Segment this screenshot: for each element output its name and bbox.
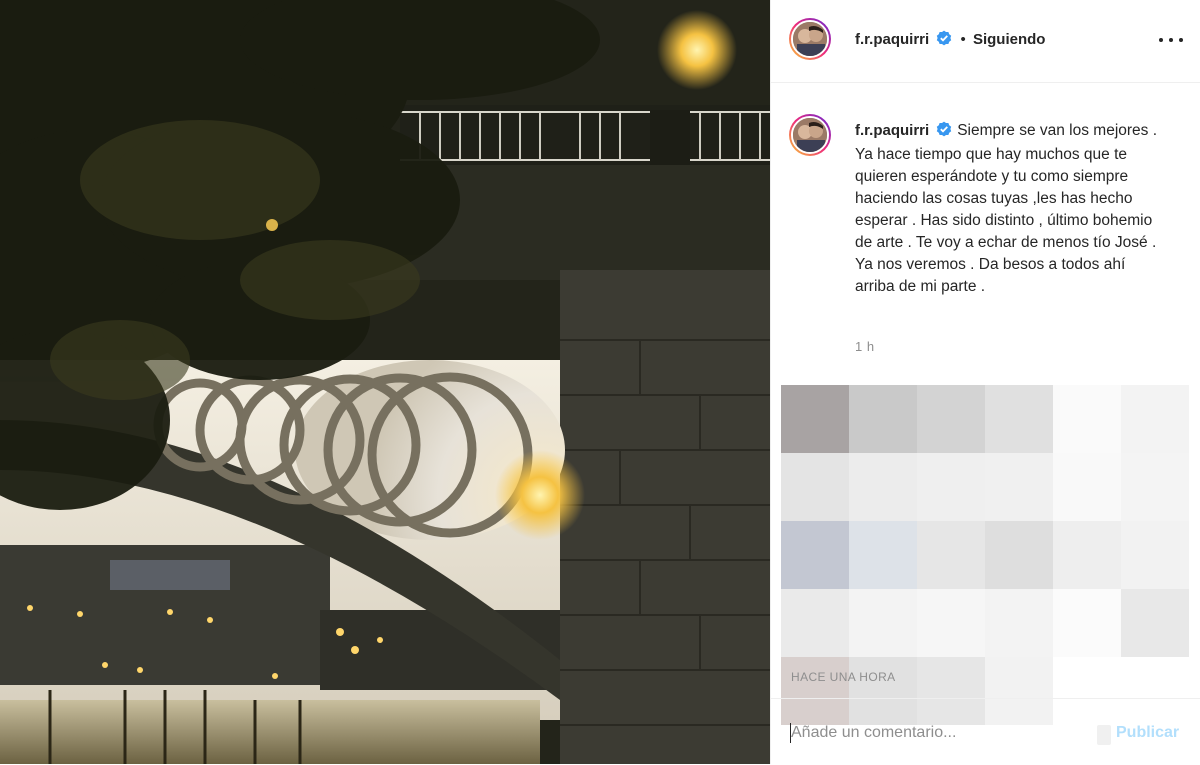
caption-username-link[interactable]: f.r.paquirri bbox=[855, 122, 929, 139]
verified-badge-icon bbox=[936, 30, 952, 50]
post-timestamp[interactable]: HACE UNA HORA bbox=[791, 670, 896, 684]
separator-dot: • bbox=[960, 31, 966, 48]
caption-text-block: f.r.paquirri Siempre se van los mejores .… bbox=[855, 120, 1165, 298]
username-link[interactable]: f.r.paquirri bbox=[855, 31, 929, 48]
avatar-image bbox=[793, 22, 827, 56]
more-options-icon[interactable] bbox=[1159, 30, 1183, 50]
pixel-cell bbox=[985, 385, 1053, 453]
pixel-cell bbox=[781, 521, 849, 589]
caption-timestamp[interactable]: 1 h bbox=[855, 339, 875, 354]
pixel-cell bbox=[781, 589, 849, 657]
comment-input[interactable] bbox=[791, 721, 1091, 745]
publish-button[interactable]: Publicar bbox=[1116, 724, 1179, 742]
pixel-cell bbox=[1121, 385, 1189, 453]
avatar-image bbox=[793, 118, 827, 152]
pixel-cell bbox=[917, 453, 985, 521]
avatar[interactable] bbox=[789, 18, 831, 60]
pixel-cell bbox=[1053, 385, 1121, 453]
comment-bar: Publicar bbox=[771, 698, 1200, 765]
bridge-sunset-image bbox=[0, 0, 770, 764]
pixel-cell bbox=[1121, 453, 1189, 521]
pixel-cell bbox=[849, 453, 917, 521]
pixel-cell bbox=[849, 589, 917, 657]
following-button[interactable]: Siguiendo bbox=[973, 31, 1046, 48]
header-line: f.r.paquirri • Siguiendo bbox=[855, 30, 1045, 50]
resize-handle-icon bbox=[1097, 725, 1111, 745]
pixel-cell bbox=[1053, 589, 1121, 657]
pixelated-comments bbox=[781, 385, 1200, 725]
pixel-cell bbox=[1053, 521, 1121, 589]
pixel-cell bbox=[1121, 589, 1189, 657]
post-side-panel: f.r.paquirri • Siguiendo f.r.paquirri Si… bbox=[770, 0, 1200, 764]
pixel-cell bbox=[1053, 453, 1121, 521]
pixel-cell bbox=[917, 589, 985, 657]
pixel-cell bbox=[985, 453, 1053, 521]
pixel-cell bbox=[917, 521, 985, 589]
pixel-cell bbox=[917, 385, 985, 453]
pixel-cell bbox=[849, 521, 917, 589]
caption-avatar[interactable] bbox=[789, 114, 831, 156]
post-header: f.r.paquirri • Siguiendo bbox=[771, 0, 1200, 83]
pixel-cell bbox=[985, 521, 1053, 589]
pixel-cell bbox=[849, 385, 917, 453]
verified-badge-icon bbox=[936, 121, 952, 144]
pixel-cell bbox=[985, 589, 1053, 657]
pixel-cell bbox=[781, 385, 849, 453]
post-photo[interactable] bbox=[0, 0, 770, 764]
pixel-cell bbox=[1121, 521, 1189, 589]
caption-text: Siempre se van los mejores . Ya hace tie… bbox=[855, 122, 1158, 295]
pixel-cell bbox=[781, 453, 849, 521]
